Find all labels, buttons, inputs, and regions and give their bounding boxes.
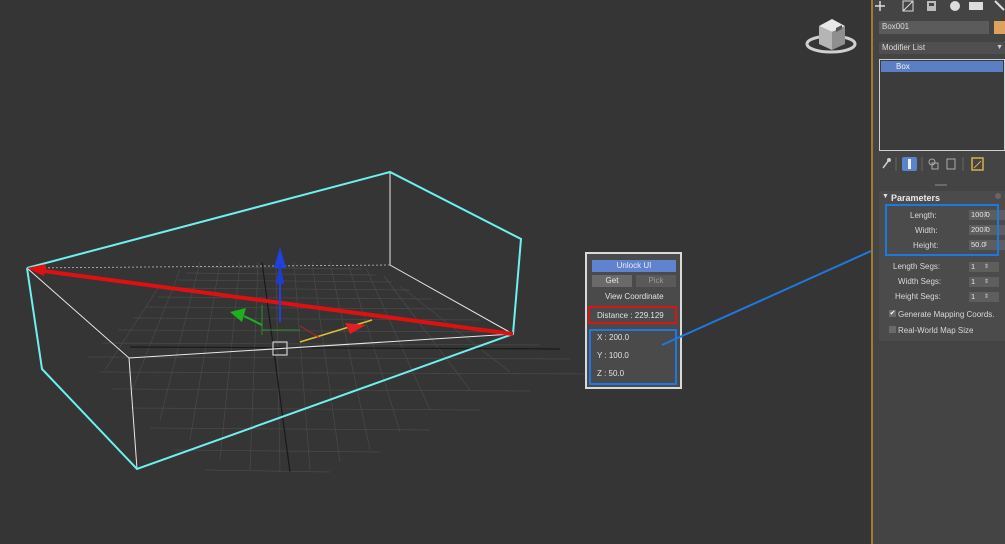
z-readout: Z : 50.0 [597,369,625,378]
remove-modifier-icon[interactable] [946,158,956,170]
generate-mapping-label: Generate Mapping Coords. [898,310,995,319]
motion-icon[interactable] [950,1,960,11]
pick-button[interactable]: Pick [636,275,676,287]
display-icon[interactable] [969,2,983,10]
stack-item-box[interactable]: Box [881,61,1003,72]
modifier-stack[interactable]: Box [879,59,1005,151]
width-segs-label: Width Segs: [898,277,942,286]
get-button[interactable]: Get [592,275,632,287]
rollout-options-icon[interactable] [995,193,1001,199]
home-grid [87,261,601,473]
height-segs-arrows[interactable]: ⇕ [984,292,989,302]
show-end-result-icon[interactable] [902,157,917,171]
viewcube-icon [805,19,857,54]
distance-readout: Distance : 229.129 [597,311,664,320]
y-readout: Y : 100.0 [597,351,629,360]
x-readout: X : 200.0 [597,333,630,342]
utilities-icon[interactable] [994,0,1005,11]
modify-icon[interactable] [902,0,914,12]
viewcube[interactable] [805,16,857,56]
perspective-viewport[interactable] [0,0,871,544]
length-segs-arrows[interactable]: ⇕ [984,262,989,272]
make-unique-icon[interactable] [928,158,939,170]
object-name-field[interactable]: Box001 [879,21,989,34]
hierarchy-icon[interactable] [927,1,936,11]
configure-sets-icon[interactable] [971,157,984,171]
distance-tool-dialog: Unlock UI Get Pick View Coordinate Dista… [585,252,682,389]
command-panel: Box001 Modifier List ▼ Box ▼ Parameters … [873,0,1005,544]
create-icon[interactable] [875,1,885,11]
chevron-down-icon: ▼ [996,44,1003,51]
box-wireframe[interactable] [26,171,522,470]
rollout-collapse-icon[interactable]: ▼ [882,193,889,200]
pin-stack-icon[interactable] [882,158,891,169]
stack-item-label: Box [896,62,910,71]
viewport-scene[interactable] [0,0,871,544]
real-world-label: Real-World Map Size [898,326,974,335]
real-world-checkbox[interactable] [889,326,896,333]
height-segs-label: Height Segs: [895,292,941,301]
generate-mapping-checkbox[interactable]: ✔ [889,310,896,317]
unlock-ui-button[interactable]: Unlock UI [592,260,676,272]
view-coordinate-label: View Coordinate [605,292,664,301]
dimensions-highlight [885,204,999,256]
panel-splitter[interactable] [935,184,947,186]
width-segs-arrows[interactable]: ⇕ [984,277,989,287]
modifier-list-label: Modifier List [882,43,926,52]
object-color-swatch[interactable] [994,21,1005,34]
rollout-title[interactable]: Parameters [891,192,940,204]
modifier-list-dropdown[interactable]: Modifier List ▼ [879,42,1005,54]
stack-toolbar [879,156,1005,172]
command-panel-tabs [873,0,1005,14]
transform-gizmo[interactable] [230,247,373,356]
length-segs-label: Length Segs: [893,262,941,271]
selection-brackets [26,170,523,471]
